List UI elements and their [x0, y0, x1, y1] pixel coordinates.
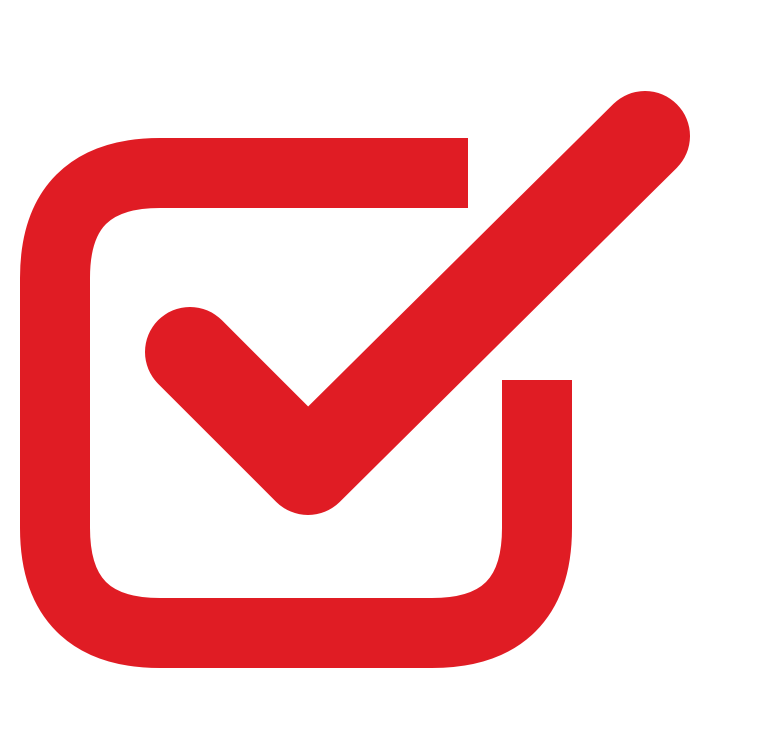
icon-canvas	[0, 0, 768, 743]
checkbox-checked-icon	[20, 71, 710, 668]
